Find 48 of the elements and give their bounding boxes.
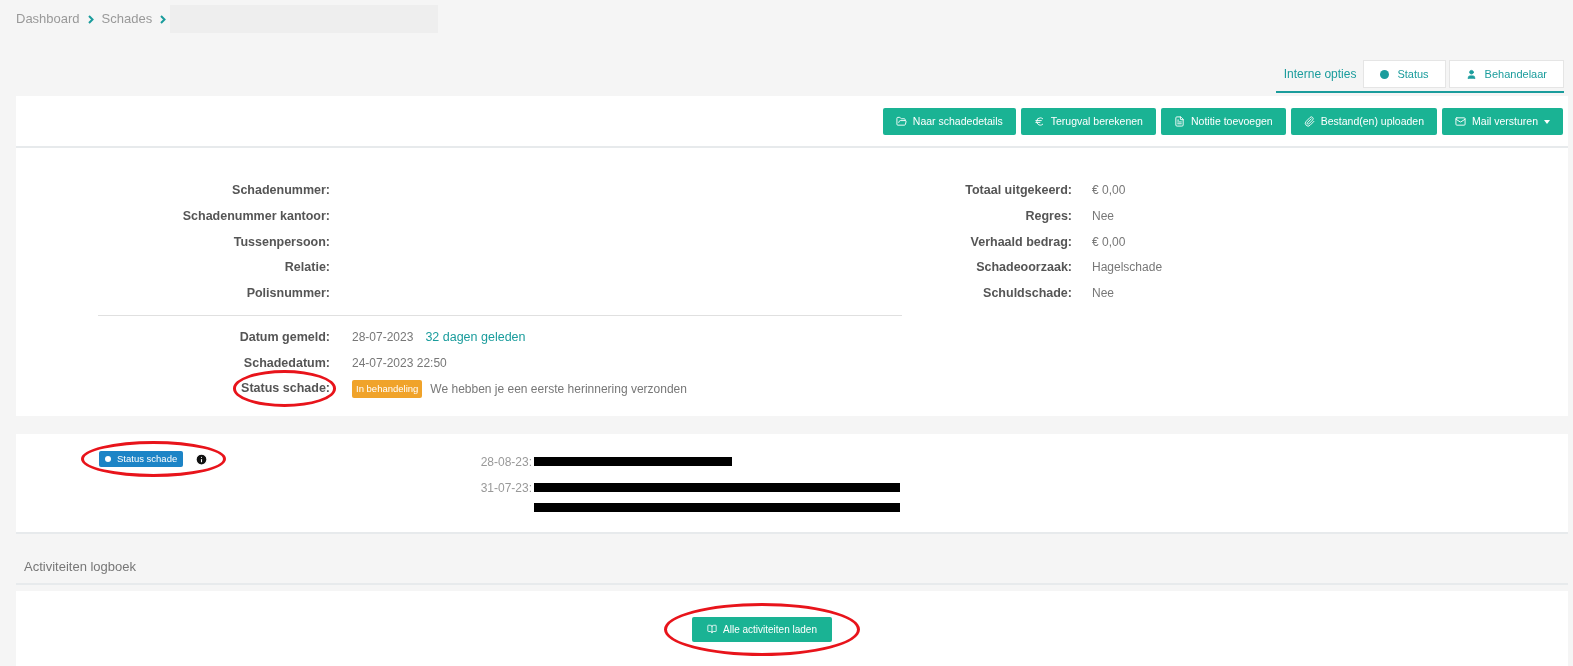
status-button[interactable]: Status — [1363, 60, 1446, 88]
field-value: € 0,00 — [1092, 233, 1126, 251]
handler-button[interactable]: Behandelaar — [1448, 60, 1564, 88]
status-badge: In behandeling — [352, 379, 423, 398]
field-label: Datum gemeld: — [238, 328, 330, 346]
status-message: We hebben je een eerste herinnering verzonden — [430, 380, 687, 398]
field-value: € 0,00 — [1092, 182, 1126, 199]
field-label: Schadeoorzaak: — [975, 259, 1072, 277]
field-value: Hagelschade — [1092, 259, 1163, 277]
user-icon — [1465, 68, 1477, 80]
field-label: Tussenpersoon: — [232, 233, 330, 251]
toolbar-button[interactable]: Terugval berekenen — [1020, 108, 1156, 135]
status-schade-button[interactable]: Status schade — [99, 451, 184, 467]
field-value: Nee — [1092, 285, 1114, 302]
field-value: Nee — [1092, 207, 1114, 225]
field-label: Verhaald bedrag: — [969, 233, 1072, 251]
document-icon — [1173, 116, 1185, 127]
load-activities-button[interactable]: Alle activiteiten laden — [692, 616, 832, 642]
field-label: Schadenummer: — [231, 182, 330, 199]
breadcrumb-link[interactable]: Schades — [101, 9, 153, 29]
field-label: Regres: — [1024, 207, 1072, 225]
field-label: Schuldschade: — [982, 285, 1072, 302]
field-label: Relatie: — [283, 259, 330, 277]
book-icon — [707, 624, 717, 634]
toolbar-button[interactable]: Notitie toevoegen — [1160, 108, 1286, 135]
breadcrumb-link[interactable]: Dashboard — [16, 9, 80, 29]
entry-date: 28-08-23: — [479, 454, 532, 471]
field-label: Schadedatum: — [242, 354, 330, 372]
field-label: Status schade: — [241, 380, 330, 398]
mail-icon — [1455, 116, 1467, 127]
entry-date: 31-07-23: — [479, 480, 532, 497]
chevron-icon — [160, 14, 167, 24]
field-value: 28-07-2023 — [352, 329, 414, 347]
field-value: 24-07-2023 22:50 — [352, 354, 447, 372]
field-label: Totaal uitgekeerd: — [964, 182, 1072, 199]
toolbar-button[interactable]: Naar schadedetails — [882, 108, 1016, 135]
folder-icon — [895, 116, 907, 127]
section-title: Activiteiten logboek — [24, 558, 136, 577]
euro-icon — [1033, 116, 1045, 127]
field-label: Schadenummer kantoor: — [181, 207, 330, 225]
chevron-icon — [87, 14, 94, 24]
elapsed-time-link[interactable]: 32 dagen geleden — [425, 327, 526, 347]
toolbar-button[interactable]: Bestand(en) uploaden — [1290, 108, 1438, 135]
field-label: Polisnummer: — [245, 285, 330, 302]
toolbar-button[interactable]: Mail versturen — [1442, 108, 1563, 135]
paperclip-icon — [1303, 116, 1315, 127]
internal-options-label: Interne opties — [1282, 66, 1358, 83]
info-icon — [195, 452, 209, 466]
